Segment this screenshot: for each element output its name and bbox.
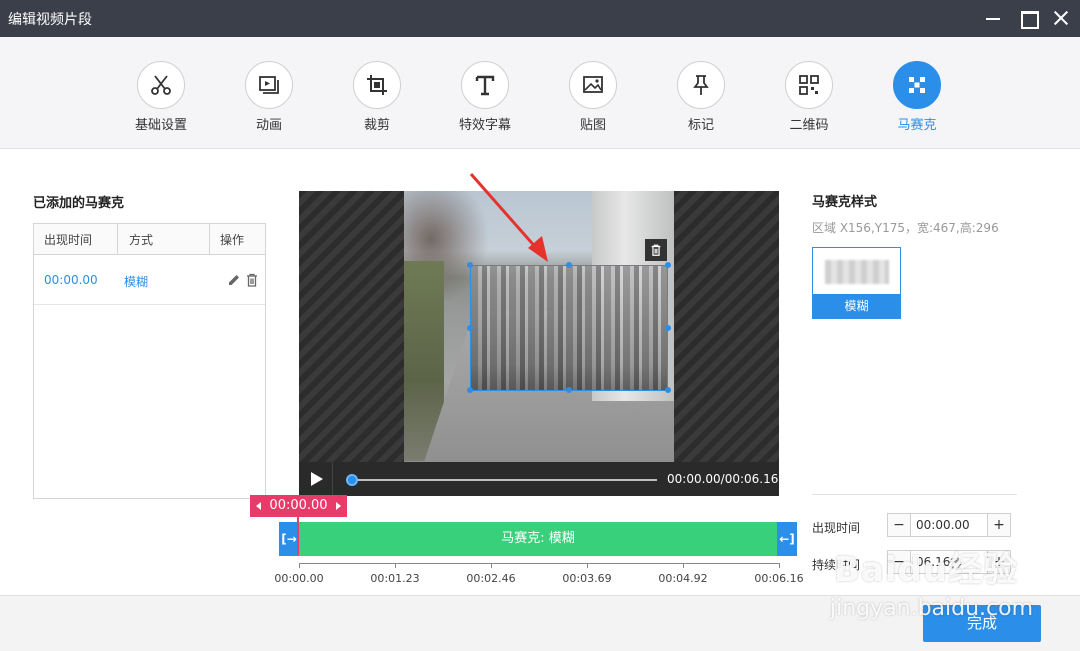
increment-button[interactable]: +: [987, 514, 1010, 536]
tool-label: 动画: [255, 118, 282, 133]
minimize-icon[interactable]: [981, 6, 1005, 30]
timeline-tick: [587, 563, 588, 568]
timeline-tick: [683, 563, 684, 568]
resize-handle[interactable]: [467, 387, 473, 393]
qrcode-icon: [785, 61, 833, 109]
appear-time-stepper[interactable]: − 00:00.00 +: [887, 513, 1011, 537]
tool-sticker[interactable]: 贴图: [543, 61, 643, 133]
image-icon: [569, 61, 617, 109]
resize-handle[interactable]: [665, 262, 671, 268]
style-blur-option[interactable]: 模糊: [812, 247, 901, 319]
delete-icon[interactable]: [244, 272, 260, 288]
text-icon: [461, 61, 509, 109]
column-header: 方式: [129, 233, 154, 247]
mosaic-list-title: 已添加的马赛克: [33, 196, 125, 211]
timeline-tick: [299, 563, 300, 568]
tool-mosaic[interactable]: 马赛克: [867, 61, 967, 133]
playhead-time[interactable]: 00:00.00: [250, 495, 347, 517]
timeline-tick-label: 00:04.92: [658, 572, 708, 585]
title-bar: 编辑视频片段: [0, 0, 1080, 37]
playback-time: 00:00.00/00:06.16: [667, 472, 779, 486]
timeline-tick: [491, 563, 492, 568]
timeline-tick-label: 00:00.00: [274, 572, 324, 585]
resize-handle[interactable]: [566, 262, 572, 268]
mosaic-mode: 模糊: [124, 275, 149, 289]
baidu-watermark: Baidu经验 jingyan.baidu.com: [822, 536, 1072, 634]
mosaic-icon: [893, 61, 941, 109]
timeline-tick-label: 00:03.69: [562, 572, 612, 585]
edit-icon[interactable]: [226, 272, 242, 288]
pin-icon: [677, 61, 725, 109]
red-arrow-annotation: [469, 173, 548, 262]
toolbar: 基础设置 动画 裁剪 特效字幕 贴图 标记 二维码 马赛克: [0, 37, 1080, 149]
column-header: 出现时间: [44, 233, 93, 247]
tool-label: 特效字幕: [458, 118, 511, 133]
resize-handle[interactable]: [665, 387, 671, 393]
play-frame-icon: [245, 61, 293, 109]
column-header: 操作: [220, 233, 245, 247]
tool-animation[interactable]: 动画: [219, 61, 319, 133]
tool-mark[interactable]: 标记: [651, 61, 751, 133]
tool-label: 贴图: [579, 118, 606, 133]
tool-label: 裁剪: [363, 118, 390, 133]
decrement-button[interactable]: −: [888, 514, 911, 536]
style-label: 模糊: [813, 294, 900, 318]
watermark-logo: Baidu经验: [834, 550, 1019, 590]
tool-label: 二维码: [789, 118, 829, 133]
progress-knob[interactable]: [346, 474, 358, 486]
play-button[interactable]: [309, 472, 323, 486]
list-item[interactable]: 00:00.00 模糊: [34, 255, 265, 305]
blur-thumbnail: [825, 260, 889, 284]
timeline-tick-label: 00:06.16: [754, 572, 804, 585]
tool-qrcode[interactable]: 二维码: [759, 61, 859, 133]
scissors-icon: [137, 61, 185, 109]
tool-label: 马赛克: [897, 118, 937, 133]
window-title: 编辑视频片段: [8, 12, 92, 28]
progress-track[interactable]: [349, 479, 657, 481]
list-header: 出现时间 方式 操作: [34, 224, 265, 255]
crop-icon: [353, 61, 401, 109]
timeline-tick: [779, 563, 780, 568]
timeline-tick: [395, 563, 396, 568]
timeline-tick-label: 00:01.23: [370, 572, 420, 585]
resize-handle[interactable]: [467, 325, 473, 331]
timeline-tick-label: 00:02.46: [466, 572, 516, 585]
tool-basic-settings[interactable]: 基础设置: [111, 61, 211, 133]
mosaic-clip[interactable]: [→ 马赛克: 模糊 ←]: [279, 522, 797, 556]
mosaic-region[interactable]: [470, 265, 668, 391]
tool-effect-subtitle[interactable]: 特效字幕: [435, 61, 535, 133]
resize-handle[interactable]: [665, 325, 671, 331]
tool-crop[interactable]: 裁剪: [327, 61, 427, 133]
appear-time: 00:00.00: [44, 273, 98, 287]
delete-region-button[interactable]: [645, 239, 667, 261]
tool-label: 基础设置: [134, 118, 187, 133]
trash-icon: [651, 244, 661, 256]
watermark-url: jingyan.baidu.com: [830, 596, 1034, 621]
mosaic-style-title: 马赛克样式: [812, 195, 878, 210]
appear-time-label: 出现时间: [812, 521, 861, 535]
appear-time-value[interactable]: 00:00.00: [916, 518, 970, 532]
tool-label: 标记: [687, 118, 714, 133]
player-bar: 00:00.00/00:06.16: [299, 462, 779, 496]
close-icon[interactable]: [1049, 6, 1073, 30]
playhead-needle[interactable]: [297, 517, 299, 555]
clip-end-handle[interactable]: ←]: [777, 522, 797, 556]
timeline-axis: [299, 563, 779, 564]
region-info: 区域 X156,Y175，宽:467,高:296: [812, 221, 999, 235]
clip-start-handle[interactable]: [→: [279, 522, 299, 556]
maximize-icon[interactable]: [1016, 6, 1040, 30]
mosaic-list: 出现时间 方式 操作 00:00.00 模糊: [33, 223, 266, 499]
resize-handle[interactable]: [566, 387, 572, 393]
clip-label: 马赛克: 模糊: [501, 531, 575, 546]
